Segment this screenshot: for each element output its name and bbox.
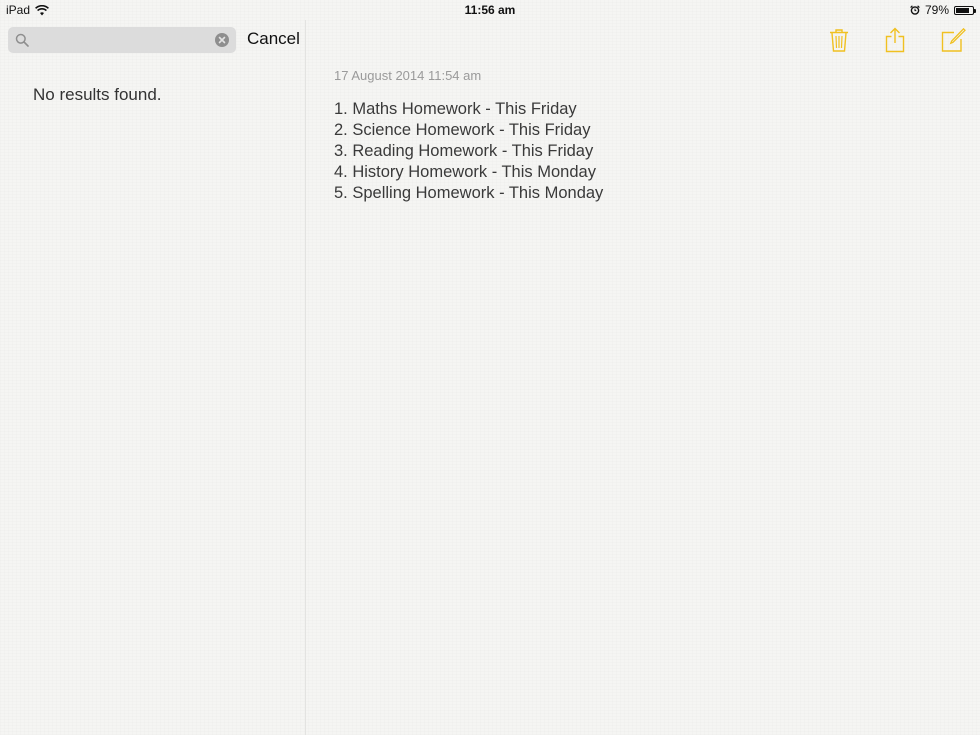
note-date: 17 August 2014 11:54 am bbox=[334, 68, 482, 83]
search-input[interactable] bbox=[34, 30, 214, 50]
compose-button[interactable] bbox=[940, 27, 966, 53]
note-line: 1. Maths Homework - This Friday bbox=[334, 100, 577, 118]
note-line: 4. History Homework - This Monday bbox=[334, 163, 596, 181]
trash-icon bbox=[830, 29, 848, 52]
compose-icon bbox=[941, 27, 966, 52]
sidebar: Cancel No results found. bbox=[0, 20, 306, 735]
note-line: 3. Reading Homework - This Friday bbox=[334, 142, 594, 160]
battery-icon bbox=[954, 5, 976, 15]
trash-button[interactable] bbox=[826, 27, 852, 53]
search-bar[interactable] bbox=[8, 27, 236, 53]
note-line: 5. Spelling Homework - This Monday bbox=[334, 184, 604, 202]
battery-percent: 79% bbox=[924, 3, 949, 17]
battery-fill bbox=[956, 7, 969, 13]
note-body[interactable]: 1. Maths Homework - This Friday 2. Scienc… bbox=[334, 99, 603, 204]
alarm-icon bbox=[910, 5, 920, 15]
share-icon bbox=[885, 27, 905, 53]
share-button[interactable] bbox=[882, 27, 908, 53]
status-time: 11:56 am bbox=[464, 3, 516, 17]
status-right: 79% bbox=[910, 3, 976, 17]
status-bar: iPad 11:56 am 79% bbox=[0, 0, 980, 20]
search-icon bbox=[15, 33, 29, 47]
no-results-message: No results found. bbox=[33, 85, 162, 104]
cancel-button[interactable]: Cancel bbox=[247, 29, 300, 49]
clear-icon[interactable] bbox=[215, 33, 229, 47]
note-line: 2. Science Homework - This Friday bbox=[334, 121, 591, 139]
